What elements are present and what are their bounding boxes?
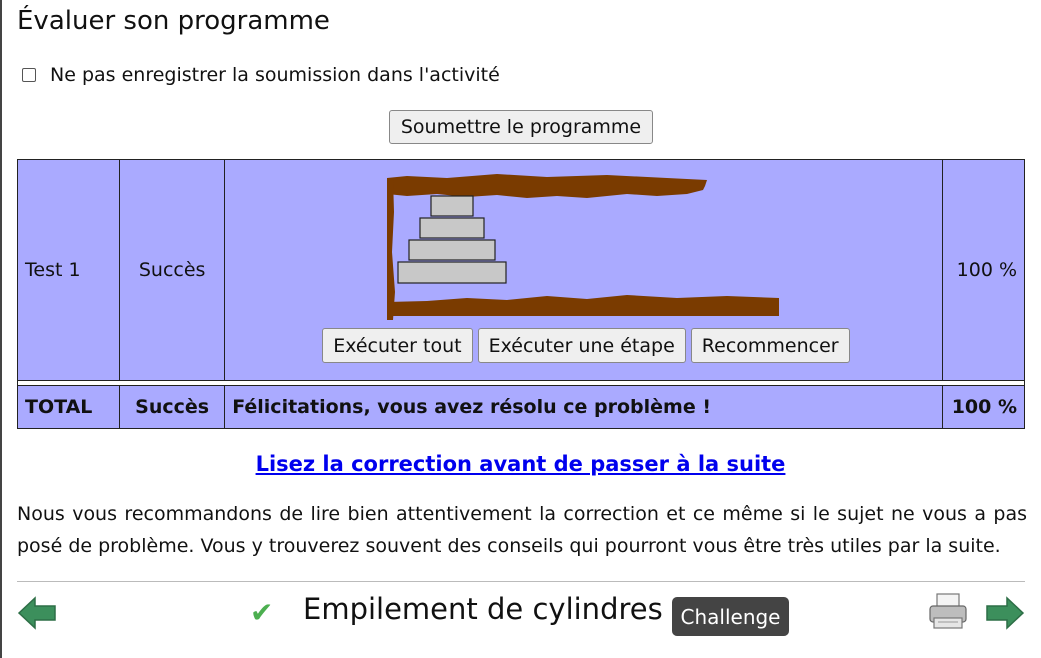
- no-save-label: Ne pas enregistrer la soumission dans l'…: [50, 64, 500, 86]
- arrow-right-icon[interactable]: [985, 596, 1025, 630]
- cylinder-4: [397, 261, 507, 284]
- total-message-cell: Félicitations, vous avez résolu ce probl…: [224, 385, 943, 429]
- runner-controls: Exécuter tout Exécuter une étape Recomme…: [322, 328, 850, 363]
- task-title: Empilement de cylindres: [303, 592, 663, 626]
- cylinder-1: [430, 195, 474, 217]
- cylinder-stack-scene: [387, 174, 780, 320]
- cylinder-3: [408, 239, 496, 261]
- total-score-cell: 100 %: [941, 385, 1026, 429]
- page-title: Évaluer son programme: [17, 6, 330, 36]
- total-result-cell: Succès: [119, 385, 226, 429]
- window-left-edge: [0, 0, 2, 658]
- earth-floor: [387, 295, 780, 316]
- test-result-cell: Succès: [119, 159, 226, 381]
- check-icon: ✔: [250, 596, 274, 629]
- run-all-button[interactable]: Exécuter tout: [322, 328, 473, 363]
- earth-wall: [387, 178, 396, 320]
- restart-button[interactable]: Recommencer: [690, 328, 850, 363]
- test-score-cell: 100 %: [941, 159, 1026, 381]
- printer-icon[interactable]: [928, 592, 968, 630]
- correction-advice-text: Nous vous recommandons de lire bien atte…: [17, 503, 1027, 557]
- cylinder-2: [419, 217, 485, 239]
- test-name-cell: Test 1: [16, 159, 121, 381]
- results-table: Test 1 Succès Exécuter tout Exécuter une…: [16, 159, 1026, 429]
- total-label-cell: TOTAL: [16, 385, 121, 429]
- arrow-left-icon[interactable]: [17, 596, 57, 630]
- footer-divider: [17, 581, 1025, 582]
- run-step-button[interactable]: Exécuter une étape: [477, 328, 686, 363]
- challenge-badge: Challenge: [672, 597, 789, 636]
- test-visualization-cell: Exécuter tout Exécuter une étape Recomme…: [224, 159, 943, 381]
- no-save-option[interactable]: Ne pas enregistrer la soumission dans l'…: [22, 64, 500, 86]
- no-save-checkbox[interactable]: [22, 68, 36, 82]
- table-row: Test 1 Succès Exécuter tout Exécuter une…: [16, 159, 1026, 381]
- correction-link[interactable]: Lisez la correction avant de passer à la…: [0, 452, 1041, 476]
- submit-program-button[interactable]: Soumettre le programme: [389, 110, 653, 144]
- total-row: TOTAL Succès Félicitations, vous avez ré…: [16, 385, 1026, 429]
- earth-ceiling: [387, 174, 708, 198]
